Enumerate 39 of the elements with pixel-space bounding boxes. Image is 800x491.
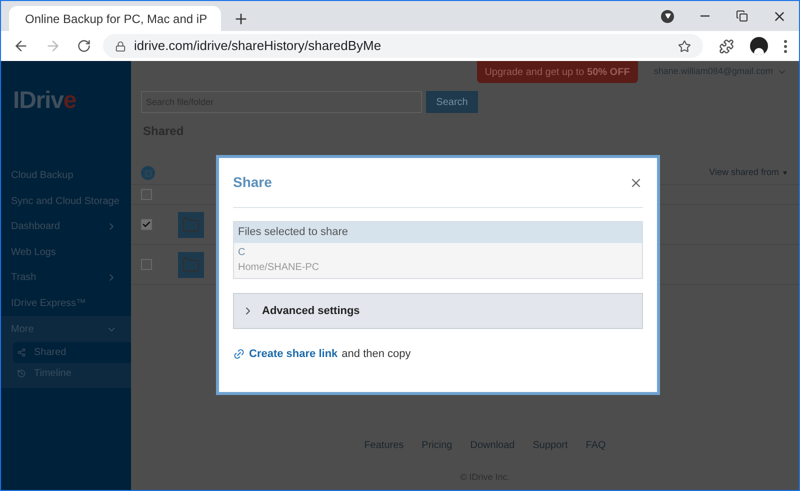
folder-icon — [178, 252, 204, 278]
menu-item[interactable]: IDrive Express™ — [1, 290, 131, 316]
tab-title: Online Backup for PC, Mac and iP — [25, 10, 208, 28]
reload-icon[interactable] — [77, 39, 91, 53]
logo: IDrive — [13, 86, 76, 116]
checkbox[interactable] — [141, 189, 152, 200]
avatar-icon[interactable] — [750, 37, 768, 55]
menu-item[interactable]: Web Logs — [1, 240, 131, 265]
profile-menu-icon[interactable] — [661, 10, 674, 22]
browser-menu-icon[interactable] — [784, 40, 787, 52]
link-hint: and then copy — [342, 347, 411, 362]
search-button[interactable]: Search — [426, 91, 478, 113]
new-tab-icon[interactable] — [233, 11, 249, 27]
submenu-item[interactable]: Shared — [13, 342, 131, 363]
lock-icon — [115, 40, 126, 52]
menu-item[interactable]: Dashboard — [1, 214, 131, 240]
dialog-title: Share — [233, 173, 272, 192]
restore-icon[interactable] — [736, 10, 748, 22]
create-share-link[interactable]: Create share link — [249, 346, 338, 362]
file-path: Home/SHANE-PC — [238, 262, 320, 274]
dropdown-caret-icon — [783, 171, 787, 175]
history-icon — [17, 369, 26, 378]
browser-tab[interactable]: Online Backup for PC, Mac and iP — [9, 6, 221, 31]
back-icon[interactable] — [13, 38, 29, 54]
folder-icon — [178, 212, 204, 238]
menu-item[interactable]: Trash — [1, 265, 131, 290]
file-name: C — [238, 247, 246, 259]
extensions-icon[interactable] — [719, 38, 734, 54]
address-bar[interactable]: idrive.com/idrive/shareHistory/sharedByMe — [103, 34, 703, 58]
checkbox[interactable] — [141, 219, 152, 230]
menu-item[interactable]: Sync and Cloud Storage — [1, 188, 131, 214]
upgrade-button[interactable]: Upgrade and get up to 50% OFF — [476, 61, 638, 83]
url-text: idrive.com/idrive/shareHistory/sharedByMe — [134, 37, 382, 56]
share-icon — [17, 348, 26, 357]
menu-item[interactable]: Cloud Backup — [1, 163, 131, 188]
bookmark-star-icon[interactable] — [678, 40, 691, 52]
checkbox[interactable] — [141, 259, 152, 270]
files-heading: Files selected to share — [234, 222, 642, 243]
advanced-settings-toggle[interactable]: Advanced settings — [233, 293, 643, 329]
